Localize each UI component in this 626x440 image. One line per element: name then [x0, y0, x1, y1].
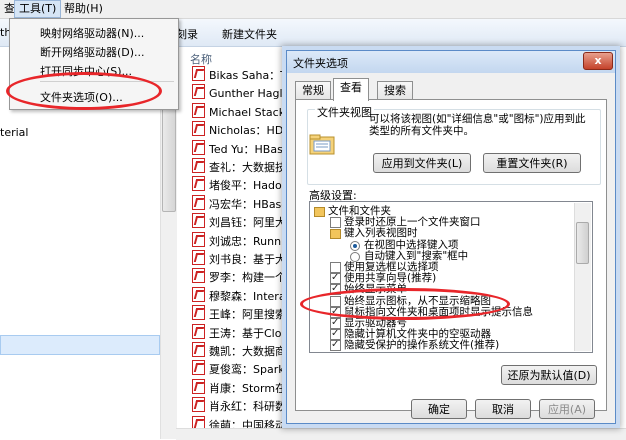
- pdf-file-icon: [192, 121, 205, 137]
- pdf-file-icon: [192, 194, 205, 210]
- pdf-file-icon: [192, 102, 205, 118]
- pdf-file-icon: [192, 378, 205, 394]
- checkbox[interactable]: [330, 338, 341, 352]
- tab-view[interactable]: 查看: [333, 78, 369, 101]
- pdf-file-icon: [192, 84, 205, 100]
- close-button[interactable]: x: [583, 52, 613, 70]
- pdf-file-icon: [192, 323, 205, 339]
- file-name: Nicholas：HDFS: [209, 124, 297, 138]
- advanced-settings-list[interactable]: 文件和文件夹 登录时还原上一个文件夹窗口 键入列表视图时 在视图中选择键入项 自动键入到…: [309, 201, 593, 353]
- pdf-file-icon: [192, 305, 205, 321]
- menu-tools[interactable]: 工具(T): [14, 0, 62, 18]
- folder-icon: [330, 229, 341, 240]
- file-name: 王峰：阿里搜索: [209, 308, 286, 322]
- menu-item-disconnect-drive[interactable]: 断开网络驱动器(D)...: [40, 44, 145, 60]
- settings-scrollbar-thumb[interactable]: [576, 222, 589, 264]
- file-name: 魏凯：大数据商: [209, 345, 286, 358]
- file-name: 刘昌钰：阿里大数: [209, 216, 297, 230]
- pdf-file-icon: [192, 139, 205, 155]
- pdf-file-icon: [192, 397, 205, 413]
- horizontal-scrollbar[interactable]: [176, 428, 626, 440]
- pdf-file-icon: [192, 231, 205, 247]
- pdf-file-icon: [192, 268, 205, 284]
- annotation-circle-always-show-icons: [300, 288, 510, 320]
- menu-help[interactable]: 帮助(H): [60, 1, 107, 17]
- file-name: 刘诚忠：Running: [209, 234, 299, 248]
- pdf-file-icon: [192, 158, 205, 173]
- file-name: 肖永红：科研数: [209, 400, 286, 414]
- pdf-file-icon: [192, 213, 205, 229]
- column-header-name[interactable]: 名称: [190, 51, 212, 67]
- file-name: Ted Yu：HBase: [209, 142, 290, 156]
- file-name: 查礼：大数据技术: [209, 161, 297, 174]
- file-name: 穆黎森：Interac: [209, 289, 292, 303]
- nav-selected-item[interactable]: [0, 335, 160, 355]
- menu-item-map-drive[interactable]: 映射网络驱动器(N)...: [40, 25, 144, 41]
- reset-folders-button[interactable]: 重置文件夹(R): [483, 153, 581, 173]
- file-name: Gunther Hagleit: [209, 87, 297, 101]
- file-name: 堵俊平：Hadoo: [209, 179, 289, 193]
- folder-view-title: 文件夹视图: [315, 104, 374, 120]
- file-name: Michael Stack：: [209, 105, 297, 119]
- folder-options-dialog: 文件夹选项 x 常规 查看 搜索 文件夹视图 可以将该视图(如"详细信息"或"图…: [286, 50, 616, 424]
- tab-search[interactable]: 搜索: [377, 81, 413, 100]
- pdf-file-icon: [192, 286, 205, 302]
- folder-icon: [314, 207, 325, 217]
- apply-to-folders-button[interactable]: 应用到文件夹(L): [373, 153, 471, 173]
- cancel-button[interactable]: 取消: [475, 399, 531, 419]
- checkbox[interactable]: [330, 217, 341, 229]
- setting-label: 隐藏受保护的操作系统文件(推荐): [344, 339, 500, 352]
- pdf-file-icon: [192, 250, 205, 265]
- file-name: 王涛：基于Cloud: [209, 326, 296, 340]
- nav-item-partial[interactable]: terial: [0, 126, 28, 139]
- folder-view-icon: [309, 134, 335, 155]
- tab-general[interactable]: 常规: [295, 81, 331, 100]
- pdf-file-icon: [192, 360, 205, 376]
- new-folder-button[interactable]: 新建文件夹: [222, 26, 277, 42]
- file-name: Bikas Saha：Th: [209, 69, 294, 82]
- file-name: 夏俊鸾：Spark-: [209, 363, 289, 377]
- apply-button[interactable]: 应用(A): [539, 399, 595, 419]
- folder-view-description: 可以将该视图(如"详细信息"或"图标")应用到此类型的所有文件夹中。: [369, 113, 586, 137]
- file-name: 罗李：构建一个跨: [209, 271, 297, 285]
- menu-bar: 查 工具(T) 帮助(H): [0, 0, 626, 19]
- burn-button[interactable]: 刻录: [176, 26, 198, 42]
- radio-button[interactable]: [350, 240, 360, 251]
- pdf-file-icon: [192, 66, 205, 81]
- dialog-title: 文件夹选项: [293, 57, 348, 70]
- annotation-circle-folder-options: [6, 72, 162, 110]
- file-name: 肖康：Storm在美: [209, 381, 298, 395]
- pdf-file-icon: [192, 342, 205, 357]
- file-name: 刘书良：基于大数: [209, 253, 297, 266]
- restore-defaults-button[interactable]: 还原为默认值(D): [501, 365, 597, 385]
- pdf-file-icon: [192, 176, 205, 192]
- ok-button[interactable]: 确定: [411, 399, 467, 419]
